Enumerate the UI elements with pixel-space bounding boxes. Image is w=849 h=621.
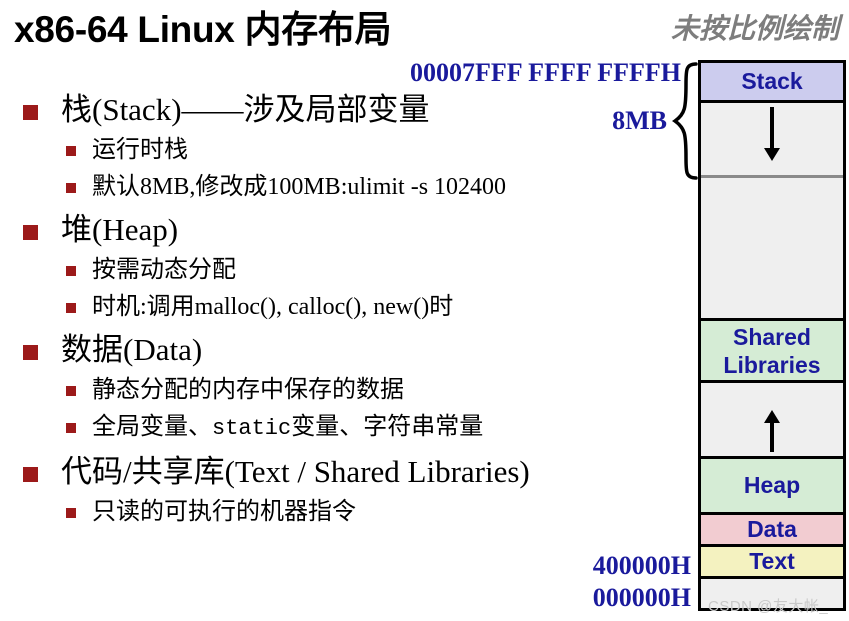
memory-segment-label-line1: Shared [733, 323, 811, 350]
memory-segment-data: Data [701, 512, 843, 544]
address-label-stack-size: 8MB [612, 106, 667, 135]
sub-bullet-label: 只读的可执行的机器指令 [92, 499, 356, 525]
memory-segment-label: Heap [743, 472, 801, 498]
small-square-bullet-icon [66, 508, 76, 518]
memory-segment-stack-growth-area [701, 100, 843, 178]
bullet-label: 堆(Heap) [61, 212, 179, 247]
sub-bullet-runtime-stack: 运行时栈 [16, 136, 616, 164]
sub-bullet-label: 运行时栈 [92, 137, 188, 163]
bullet-item-heap: 堆(Heap) [16, 212, 616, 247]
address-label-text-start: 400000H [592, 551, 691, 580]
memory-segment-heap-growth-area [701, 380, 843, 456]
memory-layout-diagram: Stack Shared Libraries Heap Data Text [698, 60, 846, 611]
bullet-list: 栈(Stack)——涉及局部变量 运行时栈 默认8MB,修改成100MB:uli… [16, 92, 616, 526]
small-square-bullet-icon [66, 266, 76, 276]
small-square-bullet-icon [66, 183, 76, 193]
small-square-bullet-icon [66, 146, 76, 156]
bullet-item-stack: 栈(Stack)——涉及局部变量 [16, 92, 616, 127]
memory-segment-heap: Heap [701, 456, 843, 512]
sub-bullet-label-suffix: 变量、字符串常量 [291, 414, 484, 440]
sub-bullet-label: 静态分配的内存中保存的数据 [92, 377, 404, 403]
memory-segment-label: Stack [741, 68, 803, 94]
arrow-up-icon [770, 422, 774, 452]
arrow-down-icon [770, 107, 774, 149]
memory-segment-stack: Stack [701, 60, 843, 100]
square-bullet-icon [23, 105, 38, 120]
sub-bullet-label-mono: static [212, 416, 292, 441]
bullet-label: 栈(Stack)——涉及局部变量 [61, 92, 430, 127]
sub-bullet-label: 时机:调用malloc(), calloc(), new()时 [92, 294, 454, 320]
watermark: CSDN @友大帐_ [708, 598, 829, 615]
bullet-label: 代码/共享库(Text / Shared Libraries) [61, 454, 530, 489]
bullet-item-data: 数据(Data) [16, 332, 616, 367]
page-title: x86-64 Linux 内存布局 [14, 9, 392, 50]
small-square-bullet-icon [66, 303, 76, 313]
small-square-bullet-icon [66, 386, 76, 396]
bullet-item-text-shared-libs: 代码/共享库(Text / Shared Libraries) [16, 454, 616, 489]
sub-bullet-label: 按需动态分配 [92, 257, 236, 283]
small-square-bullet-icon [66, 423, 76, 433]
not-to-scale-note: 未按比例绘制 [670, 13, 839, 44]
memory-segment-label: Text [749, 548, 795, 574]
stack-size-brace-icon [672, 62, 698, 180]
sub-bullet-global-vars: 全局变量、static变量、字符串常量 [16, 413, 616, 443]
sub-bullet-readonly-instructions: 只读的可执行的机器指令 [16, 498, 616, 526]
bullet-label: 数据(Data) [61, 332, 203, 367]
sub-bullet-alloc-timing: 时机:调用malloc(), calloc(), new()时 [16, 293, 616, 321]
address-label-top: 00007FFF FFFF FFFFH [410, 58, 681, 87]
sub-bullet-label-prefix: 全局变量、 [92, 414, 212, 440]
memory-segment-unmapped-free [701, 178, 843, 318]
square-bullet-icon [23, 225, 38, 240]
square-bullet-icon [23, 345, 38, 360]
sub-bullet-dynamic-alloc: 按需动态分配 [16, 256, 616, 284]
sub-bullet-label: 默认8MB,修改成100MB:ulimit -s 102400 [92, 174, 507, 200]
address-label-zero: 000000H [592, 583, 691, 612]
square-bullet-icon [23, 467, 38, 482]
sub-bullet-static-alloc: 静态分配的内存中保存的数据 [16, 376, 616, 404]
memory-segment-label: Data [747, 516, 797, 542]
memory-segment-text: Text [701, 544, 843, 576]
memory-segment-shared-libraries: Shared Libraries [701, 318, 843, 380]
memory-segment-label-line2: Libraries [723, 351, 821, 378]
sub-bullet-stack-size: 默认8MB,修改成100MB:ulimit -s 102400 [16, 173, 616, 201]
slide-canvas: x86-64 Linux 内存布局 未按比例绘制 栈(Stack)——涉及局部变… [0, 0, 849, 621]
